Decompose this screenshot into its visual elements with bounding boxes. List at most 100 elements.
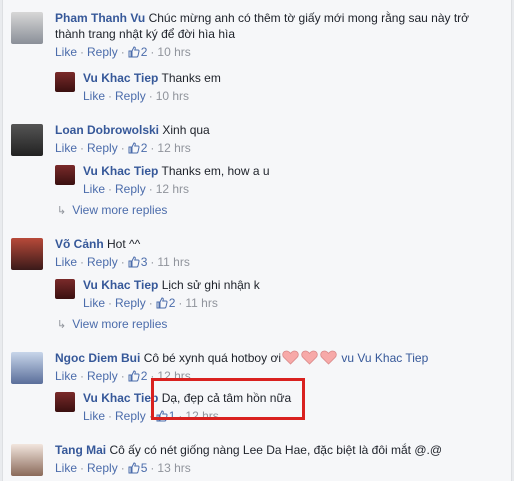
separator: · bbox=[120, 461, 125, 475]
comment-author[interactable]: Vu Khac Tiep bbox=[83, 391, 158, 405]
separator: · bbox=[108, 89, 113, 103]
separator: · bbox=[120, 45, 125, 59]
comment-text: Lịch sử ghi nhận k bbox=[161, 278, 260, 292]
avatar[interactable] bbox=[11, 238, 43, 270]
avatar[interactable] bbox=[11, 12, 43, 44]
like-button[interactable]: Like bbox=[83, 89, 105, 103]
separator: · bbox=[108, 409, 113, 423]
reply-arrow-icon: ↳ bbox=[57, 319, 67, 331]
timestamp[interactable]: 10 hrs bbox=[156, 89, 189, 103]
thumbs-up-icon bbox=[128, 142, 140, 154]
view-more-replies[interactable]: ↳ View more replies bbox=[57, 317, 167, 331]
separator: · bbox=[150, 255, 155, 269]
reply-button[interactable]: Reply bbox=[87, 255, 118, 269]
avatar[interactable] bbox=[55, 279, 75, 299]
thumbs-up-icon bbox=[156, 297, 168, 309]
comment-text: Cô bé xynh quá hotboy ơi bbox=[143, 351, 281, 365]
like-count[interactable]: 5 bbox=[128, 461, 147, 475]
comment-author[interactable]: Võ Cảnh bbox=[55, 237, 104, 251]
like-count[interactable]: 2 bbox=[128, 369, 147, 383]
avatar[interactable] bbox=[11, 124, 43, 156]
comment-author[interactable]: Vu Khac Tiep bbox=[83, 71, 158, 85]
separator: · bbox=[80, 141, 85, 155]
comment-text: Thanks em, how a u bbox=[161, 164, 270, 178]
timestamp[interactable]: 13 hrs bbox=[157, 461, 190, 475]
comment-actions: Like · Reply · 5 · 13 hrs bbox=[55, 460, 475, 476]
like-count[interactable]: 2 bbox=[128, 45, 147, 59]
reply-button[interactable]: Reply bbox=[115, 296, 146, 310]
thumbs-up-icon bbox=[128, 462, 140, 474]
separator: · bbox=[150, 45, 155, 59]
like-button[interactable]: Like bbox=[55, 461, 77, 475]
comment-text: Cô ấy có nét giống nàng Lee Da Hae, đặc … bbox=[109, 443, 443, 457]
reply-button[interactable]: Reply bbox=[87, 369, 118, 383]
avatar[interactable] bbox=[55, 72, 75, 92]
separator: · bbox=[80, 461, 85, 475]
separator: · bbox=[120, 255, 125, 269]
reply-arrow-icon: ↳ bbox=[57, 205, 67, 217]
heart-icon bbox=[301, 350, 318, 365]
timestamp[interactable]: 12 hrs bbox=[157, 141, 190, 155]
comments-panel: Pham Thanh Vu Chúc mừng anh có thêm tờ g… bbox=[2, 0, 512, 481]
timestamp[interactable]: 11 hrs bbox=[157, 255, 189, 269]
comment-author[interactable]: Pham Thanh Vu bbox=[55, 11, 145, 25]
comment-author[interactable]: Ngoc Diem Bui bbox=[55, 351, 140, 365]
thumbs-up-icon bbox=[128, 370, 140, 382]
timestamp[interactable]: 11 hrs bbox=[185, 296, 217, 310]
separator: · bbox=[80, 255, 85, 269]
like-button[interactable]: Like bbox=[55, 45, 77, 59]
comment-author[interactable]: Vu Khac Tiep bbox=[83, 278, 158, 292]
comment-actions: Like · Reply · 2 · 11 hrs bbox=[83, 295, 503, 311]
like-button[interactable]: Like bbox=[83, 296, 105, 310]
heart-icon bbox=[282, 350, 299, 365]
separator: · bbox=[148, 296, 153, 310]
highlight-box bbox=[151, 378, 305, 420]
avatar[interactable] bbox=[11, 352, 43, 384]
avatar[interactable] bbox=[11, 444, 43, 476]
separator: · bbox=[178, 296, 183, 310]
separator: · bbox=[108, 296, 113, 310]
reply-button[interactable]: Reply bbox=[87, 461, 118, 475]
reply-button[interactable]: Reply bbox=[87, 141, 118, 155]
reply-button[interactable]: Reply bbox=[115, 409, 146, 423]
separator: · bbox=[150, 141, 155, 155]
comment-author[interactable]: Vu Khac Tiep bbox=[83, 164, 158, 178]
comment-author[interactable]: Tang Mai bbox=[55, 443, 106, 457]
view-more-replies[interactable]: ↳ View more replies bbox=[57, 203, 167, 217]
comment-text: Thanks em bbox=[161, 71, 221, 85]
avatar[interactable] bbox=[55, 165, 75, 185]
like-button[interactable]: Like bbox=[83, 182, 105, 196]
reply-button[interactable]: Reply bbox=[115, 89, 146, 103]
separator: · bbox=[80, 45, 85, 59]
like-button[interactable]: Like bbox=[55, 141, 77, 155]
comment-actions: Like · Reply · 12 hrs bbox=[83, 181, 503, 197]
like-button[interactable]: Like bbox=[83, 409, 105, 423]
heart-icon bbox=[320, 350, 337, 365]
comment-actions: Like · Reply · 10 hrs bbox=[83, 88, 503, 104]
timestamp[interactable]: 10 hrs bbox=[157, 45, 190, 59]
comment-text: Xinh qua bbox=[162, 123, 210, 137]
separator: · bbox=[108, 182, 113, 196]
timestamp[interactable]: 12 hrs bbox=[156, 182, 189, 196]
separator: · bbox=[150, 461, 155, 475]
like-button[interactable]: Like bbox=[55, 255, 77, 269]
separator: · bbox=[120, 141, 125, 155]
reply-button[interactable]: Reply bbox=[87, 45, 118, 59]
comment-text: Hot ^^ bbox=[107, 237, 141, 251]
reply-button[interactable]: Reply bbox=[115, 182, 146, 196]
comment-actions: Like · Reply · 2 · 10 hrs bbox=[55, 44, 475, 60]
like-count[interactable]: 3 bbox=[128, 255, 147, 269]
mention-link[interactable]: vu Vu Khac Tiep bbox=[341, 351, 428, 365]
comment-author[interactable]: Loan Dobrowolski bbox=[55, 123, 159, 137]
avatar[interactable] bbox=[55, 392, 75, 412]
comment-actions: Like · Reply · 2 · 12 hrs bbox=[55, 140, 475, 156]
separator: · bbox=[120, 369, 125, 383]
thumbs-up-icon bbox=[128, 256, 140, 268]
view-more-label[interactable]: View more replies bbox=[72, 317, 167, 331]
like-button[interactable]: Like bbox=[55, 369, 77, 383]
separator: · bbox=[148, 182, 153, 196]
like-count[interactable]: 2 bbox=[156, 296, 175, 310]
like-count[interactable]: 2 bbox=[128, 141, 147, 155]
view-more-label[interactable]: View more replies bbox=[72, 203, 167, 217]
separator: · bbox=[80, 369, 85, 383]
